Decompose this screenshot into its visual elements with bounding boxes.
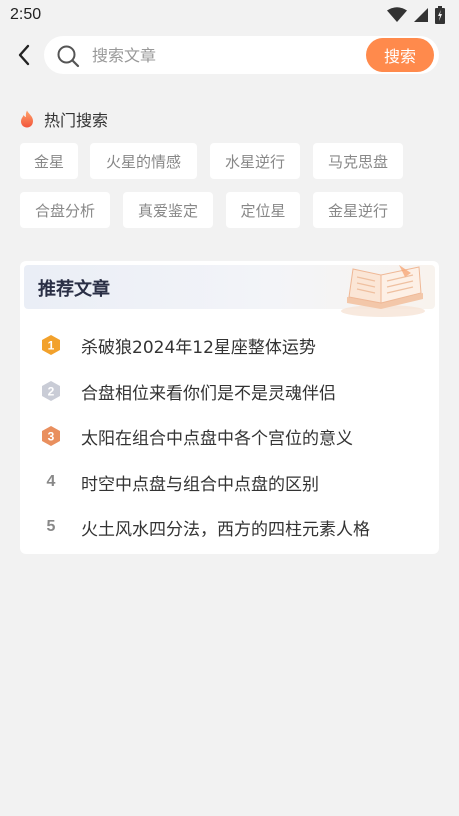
- search-input[interactable]: [92, 40, 352, 70]
- rank-number: 3: [48, 430, 55, 444]
- article-title: 火土风水四分法，西方的四柱元素人格: [81, 519, 370, 540]
- status-icons: [387, 6, 445, 24]
- rank-badge-bronze: 3: [40, 425, 62, 447]
- cellular-signal-icon: [414, 8, 428, 22]
- article-item[interactable]: 5 火土风水四分法，西方的四柱元素人格: [20, 509, 439, 545]
- hot-search-title: 热门搜索: [44, 111, 109, 130]
- article-item[interactable]: 3 太阳在组合中点盘中各个宫位的意义: [20, 418, 439, 454]
- article-item[interactable]: 4 时空中点盘与组合中点盘的区别: [20, 464, 439, 500]
- rank-number: 5: [40, 516, 62, 538]
- recommended-title: 推荐文章: [38, 279, 110, 300]
- article-item[interactable]: 1 杀破狼2024年12星座整体运势: [20, 327, 439, 363]
- wifi-icon: [387, 7, 407, 22]
- hot-tag[interactable]: 真爱鉴定: [123, 192, 213, 228]
- rank-badge-gold: 1: [40, 334, 62, 356]
- search-field: 搜索: [44, 36, 439, 74]
- flame-icon: [21, 110, 33, 128]
- rank-number-text: 4: [46, 473, 56, 490]
- status-time: 2:50: [10, 6, 42, 23]
- chevron-left-icon: [18, 44, 30, 66]
- search-icon: [57, 45, 80, 68]
- article-title: 合盘相位来看你们是不是灵魂伴侣: [81, 383, 336, 404]
- rank-number-text: 5: [46, 518, 56, 535]
- hot-tag[interactable]: 马克思盘: [313, 143, 403, 179]
- book-icon: [341, 265, 425, 317]
- article-item[interactable]: 2 合盘相位来看你们是不是灵魂伴侣: [20, 373, 439, 409]
- rank-badge-silver: 2: [40, 380, 62, 402]
- rank-number: 2: [48, 385, 55, 399]
- hot-tag[interactable]: 水星逆行: [210, 143, 300, 179]
- hot-tag[interactable]: 合盘分析: [20, 192, 110, 228]
- article-title: 太阳在组合中点盘中各个宫位的意义: [81, 428, 353, 449]
- rank-number: 4: [40, 471, 62, 493]
- hot-tag[interactable]: 金星逆行: [313, 192, 403, 228]
- article-title: 时空中点盘与组合中点盘的区别: [81, 474, 319, 495]
- recommended-card: 推荐文章 1 杀破狼2024年12星座整体运势 2 合盘相位来看你们是不是灵魂伴…: [20, 261, 439, 554]
- rank-number: 1: [48, 339, 55, 353]
- hot-tag[interactable]: 火星的情感: [90, 143, 197, 179]
- status-bar: 2:50: [0, 0, 459, 32]
- back-button[interactable]: [12, 42, 36, 68]
- recommended-header: 推荐文章: [24, 265, 435, 317]
- article-title: 杀破狼2024年12星座整体运势: [81, 337, 316, 358]
- hot-search-heading: 热门搜索: [20, 108, 108, 130]
- hot-tag[interactable]: 金星: [20, 143, 78, 179]
- hot-tag[interactable]: 定位星: [226, 192, 300, 228]
- battery-icon: [435, 6, 445, 24]
- search-bar: 搜索: [0, 34, 459, 76]
- search-button[interactable]: 搜索: [366, 38, 434, 72]
